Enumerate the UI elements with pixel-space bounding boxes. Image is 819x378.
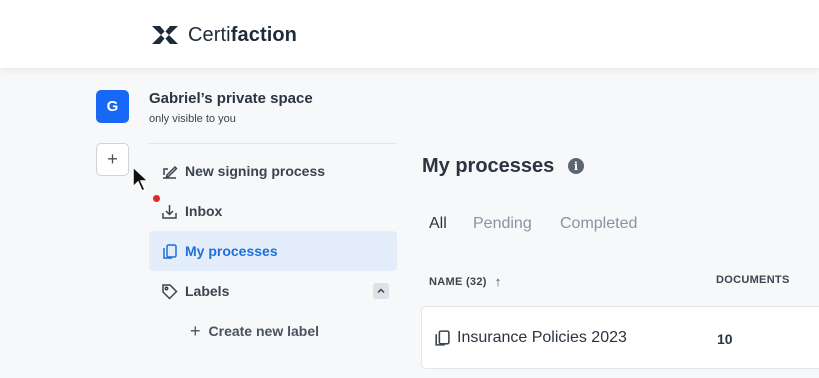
copy-documents-icon [160,242,178,260]
sidebar-item-label: New signing process [185,163,326,179]
chevron-up-icon[interactable] [373,283,389,299]
signature-icon [160,162,178,180]
table-row[interactable]: Insurance Policies 2023 10 [421,306,819,369]
column-header-name-label: NAME (32) [429,275,487,288]
tab-pending[interactable]: Pending [473,215,532,233]
sidebar-item-new-signing-process[interactable]: New signing process [149,151,397,191]
sidebar-item-label: Inbox [185,203,223,219]
process-name: Insurance Policies 2023 [457,329,627,346]
space-avatar[interactable]: G [96,90,129,123]
tab-completed[interactable]: Completed [560,215,637,233]
document-count: 10 [717,331,733,347]
space-name: Gabriel’s private space [149,90,313,107]
sidebar-item-labels[interactable]: Labels [149,271,397,311]
mouse-cursor-icon [132,165,150,193]
add-space-button[interactable]: + [96,143,129,176]
info-icon[interactable]: i [568,158,584,174]
plus-icon: + [190,320,201,341]
certifaction-logo-icon [152,26,178,44]
sidebar-item-my-processes[interactable]: My processes [149,231,397,271]
column-header-documents[interactable]: DOCUMENTS [716,274,790,286]
download-tray-icon [160,202,178,220]
tag-icon [160,282,178,300]
create-new-label-button[interactable]: + Create new label [190,321,319,341]
space-subtitle: only visible to you [149,113,236,125]
sidebar-divider [149,143,397,144]
copy-documents-icon [435,330,450,346]
sidebar-item-label: Labels [185,283,230,299]
top-bar: Certifaction [0,0,819,68]
brand-logo[interactable]: Certifaction [150,22,297,48]
column-header-name[interactable]: NAME (32) ↑ [429,274,502,289]
brand-name: Certifaction [188,23,297,46]
sidebar-item-inbox[interactable]: Inbox [149,191,397,231]
sidebar-item-label: My processes [185,243,278,259]
tab-all[interactable]: All [429,215,447,233]
sort-arrow-up-icon: ↑ [494,274,502,289]
create-label-text: Create new label [208,323,320,339]
page-title: My processes [422,155,555,177]
